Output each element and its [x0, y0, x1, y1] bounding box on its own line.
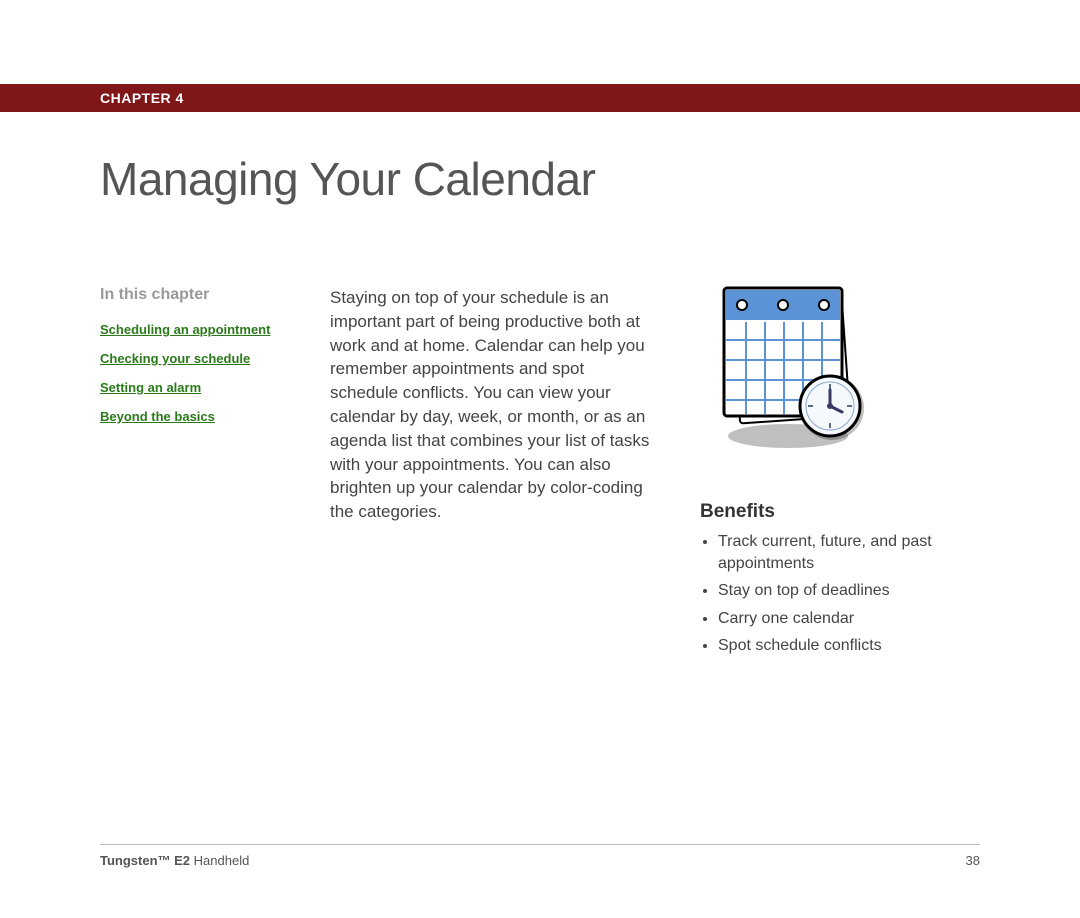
page-title: Managing Your Calendar	[100, 152, 1080, 206]
benefit-item: Spot schedule conflicts	[718, 635, 960, 657]
footer: Tungsten™ E2 Handheld 38	[100, 844, 980, 868]
benefit-item: Stay on top of deadlines	[718, 580, 960, 602]
sidebar-heading: In this chapter	[100, 286, 280, 304]
chapter-bar: CHAPTER 4	[0, 84, 1080, 112]
toc-link-scheduling[interactable]: Scheduling an appointment	[100, 322, 280, 337]
content-row: In this chapter Scheduling an appointmen…	[100, 286, 980, 663]
benefits-heading: Benefits	[700, 501, 960, 523]
calendar-clock-icon	[710, 286, 960, 461]
sidebar: In this chapter Scheduling an appointmen…	[100, 286, 280, 663]
benefit-item: Track current, future, and past appointm…	[718, 531, 960, 574]
footer-product: Tungsten™ E2 Handheld	[100, 853, 249, 868]
toc-link-checking[interactable]: Checking your schedule	[100, 351, 280, 366]
footer-product-rest: Handheld	[190, 853, 249, 868]
footer-page-number: 38	[966, 853, 980, 868]
benefits-list: Track current, future, and past appointm…	[700, 531, 960, 657]
footer-product-bold: Tungsten™ E2	[100, 853, 190, 868]
benefit-item: Carry one calendar	[718, 608, 960, 630]
body-text: Staying on top of your schedule is an im…	[330, 286, 650, 663]
toc-link-beyond[interactable]: Beyond the basics	[100, 409, 280, 424]
right-column: Benefits Track current, future, and past…	[700, 286, 960, 663]
toc-link-alarm[interactable]: Setting an alarm	[100, 380, 280, 395]
chapter-label: CHAPTER 4	[100, 90, 184, 106]
